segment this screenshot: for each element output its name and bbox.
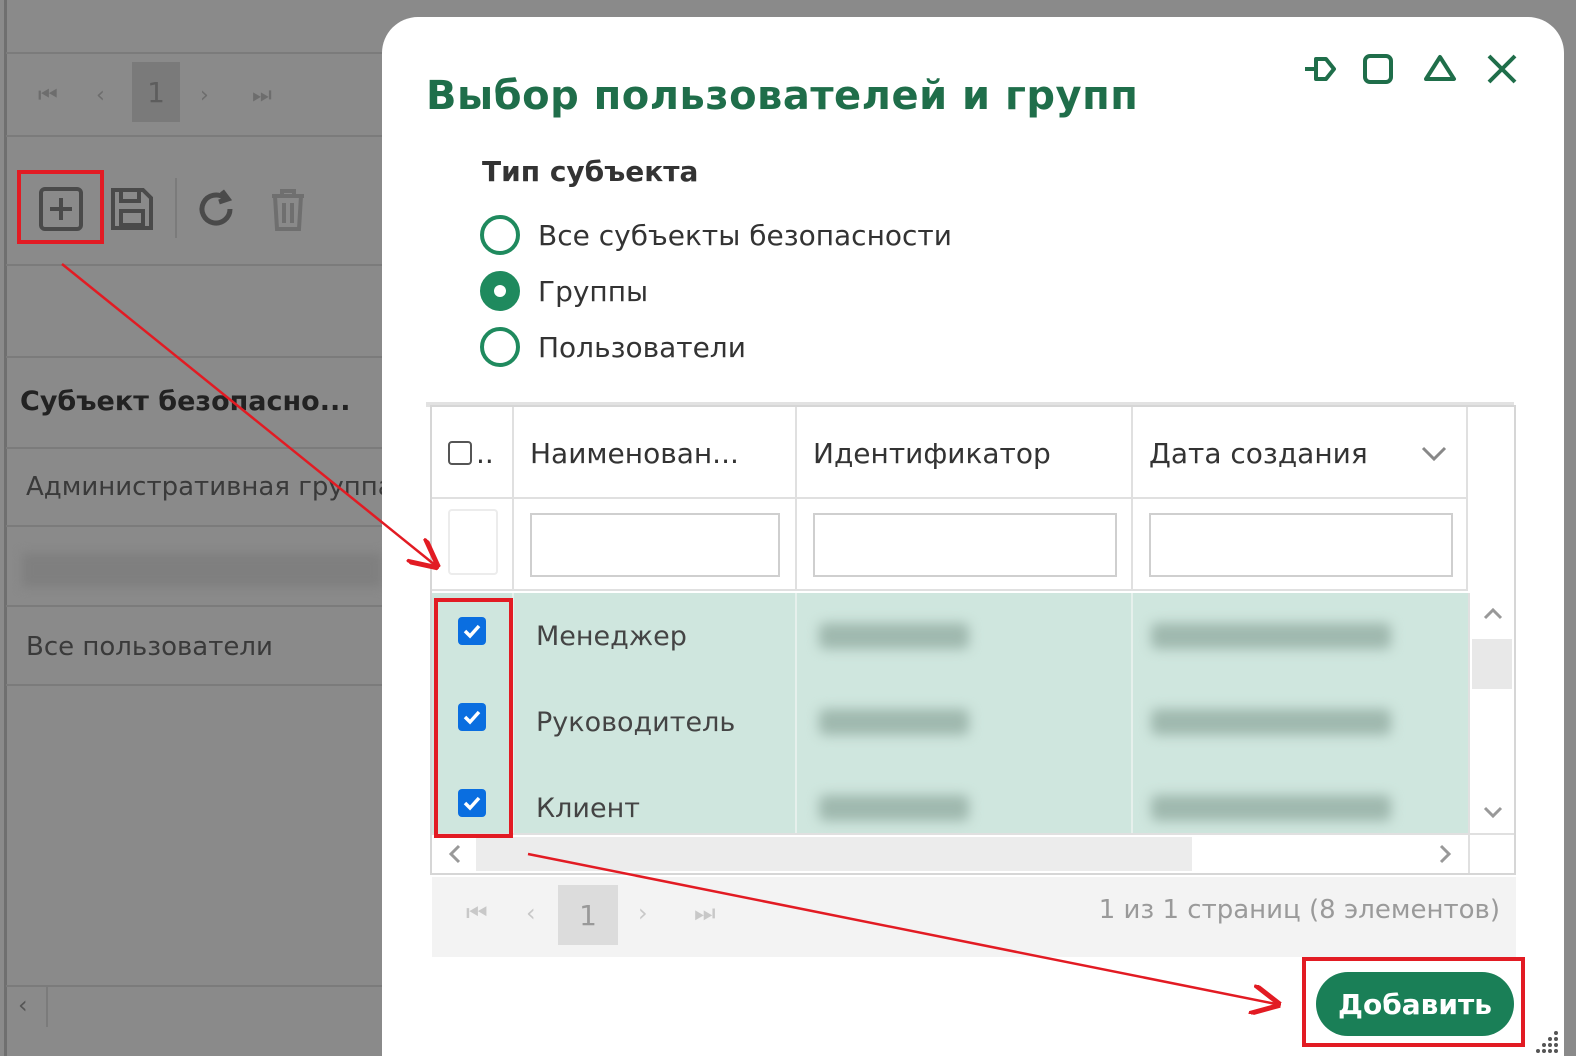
prev-page-icon[interactable]: ‹ [96, 83, 105, 108]
grid-pager: ⏮ ‹ 1 › ⏭ 1 из 1 страниц (8 элементов) [432, 877, 1516, 957]
chevron-down-icon[interactable] [1420, 439, 1448, 467]
filter-name-input[interactable] [530, 513, 780, 577]
first-page-icon[interactable]: ⏮ [38, 83, 58, 108]
scroll-up-icon[interactable] [1480, 601, 1506, 627]
header-identifier[interactable]: Идентификатор [797, 407, 1133, 499]
next-page-icon[interactable]: › [200, 83, 209, 108]
grid-rows: Менеджер Руководитель Клиент [432, 593, 1468, 833]
cell-name: Менеджер [514, 593, 797, 679]
list-item[interactable]: Все пользователи [26, 632, 273, 662]
list-item[interactable]: Административная группа [26, 472, 394, 502]
grid-vscroll[interactable] [1468, 593, 1514, 833]
select-all-checkbox[interactable] [448, 441, 472, 465]
pin-icon[interactable] [1300, 49, 1340, 89]
cell-identifier-redacted [797, 765, 1133, 833]
cell-created-redacted [1133, 593, 1468, 679]
highlight-add-icon [17, 170, 104, 244]
scroll-right-icon[interactable] [1432, 841, 1458, 867]
filter-identifier-cell [797, 499, 1133, 591]
pager-info: 1 из 1 страниц (8 элементов) [1098, 895, 1500, 925]
cell-created-redacted [1133, 765, 1468, 833]
radio-users[interactable]: Пользователи [480, 327, 746, 367]
radio-label: Группы [538, 274, 649, 308]
radio-label: Все субъекты безопасности [538, 218, 952, 252]
save-icon[interactable] [108, 185, 156, 233]
scroll-left-icon[interactable]: ‹ [18, 991, 28, 1019]
filter-identifier-input[interactable] [813, 513, 1117, 577]
column-header-subject[interactable]: Субъект безопасно... [20, 386, 351, 417]
highlight-checkboxes [434, 598, 513, 838]
background-hscroll[interactable]: ‹ [6, 985, 386, 1027]
radio-circle[interactable] [480, 215, 520, 255]
radio-all-subjects[interactable]: Все субъекты безопасности [480, 215, 952, 255]
filter-name-cell [514, 499, 797, 591]
page-number[interactable]: 1 [558, 885, 618, 945]
select-users-dialog: Выбор пользователей и групп Тип субъекта… [382, 17, 1564, 1056]
refresh-icon[interactable] [192, 185, 240, 233]
subject-type-label: Тип субъекта [482, 155, 699, 188]
subjects-grid: .. Наименован... Идентификатор Дата созд… [430, 405, 1516, 875]
last-page-icon[interactable]: ⏭ [694, 899, 716, 927]
scroll-down-icon[interactable] [1480, 799, 1506, 825]
divider [6, 52, 386, 54]
highlight-add-button [1302, 957, 1525, 1047]
table-row[interactable]: Руководитель [432, 679, 1468, 765]
cell-identifier-redacted [797, 679, 1133, 765]
cell-name: Клиент [514, 765, 797, 833]
divider [6, 135, 386, 137]
divider [6, 525, 386, 527]
radio-circle[interactable] [480, 327, 520, 367]
page-border [4, 0, 7, 1056]
next-page-icon[interactable]: › [638, 899, 648, 927]
header-created-date[interactable]: Дата создания [1133, 407, 1468, 499]
grid-header: .. Наименован... Идентификатор Дата созд… [432, 407, 1468, 499]
radio-label: Пользователи [538, 330, 746, 364]
toolbar-separator [175, 178, 177, 238]
prev-page-icon[interactable]: ‹ [526, 899, 536, 927]
radio-circle-selected[interactable] [480, 271, 520, 311]
scroll-left-icon[interactable] [442, 841, 468, 867]
resize-grip-icon[interactable] [1532, 1025, 1560, 1053]
maximize-icon[interactable] [1358, 49, 1398, 89]
delete-icon[interactable] [264, 185, 312, 233]
first-page-icon[interactable]: ⏮ [466, 899, 488, 927]
divider [6, 684, 386, 686]
filter-created-cell [1133, 499, 1468, 591]
scroll-thumb[interactable] [1472, 639, 1512, 689]
close-icon[interactable] [1482, 49, 1522, 89]
scroll-thumb[interactable] [476, 837, 1192, 871]
page-number[interactable]: 1 [132, 62, 180, 122]
cell-identifier-redacted [797, 593, 1133, 679]
background-pager: ⏮ ‹ 1 › ⏭ [0, 55, 390, 133]
divider [6, 264, 386, 266]
grid-hscroll[interactable] [432, 833, 1468, 873]
last-page-icon[interactable]: ⏭ [252, 83, 272, 108]
table-row[interactable]: Менеджер [432, 593, 1468, 679]
blurred-row [22, 553, 382, 587]
filter-select-cell [432, 499, 514, 591]
dialog-title: Выбор пользователей и групп [426, 73, 1139, 119]
filter-created-input[interactable] [1149, 513, 1453, 577]
divider [6, 356, 386, 358]
cell-name: Руководитель [514, 679, 797, 765]
table-row[interactable]: Клиент [432, 765, 1468, 833]
divider [6, 605, 386, 607]
header-select-all[interactable]: .. [432, 407, 514, 499]
cell-created-redacted [1133, 679, 1468, 765]
header-name[interactable]: Наименован... [514, 407, 797, 499]
collapse-icon[interactable] [1420, 49, 1460, 89]
divider [6, 447, 386, 449]
radio-groups[interactable]: Группы [480, 271, 648, 311]
